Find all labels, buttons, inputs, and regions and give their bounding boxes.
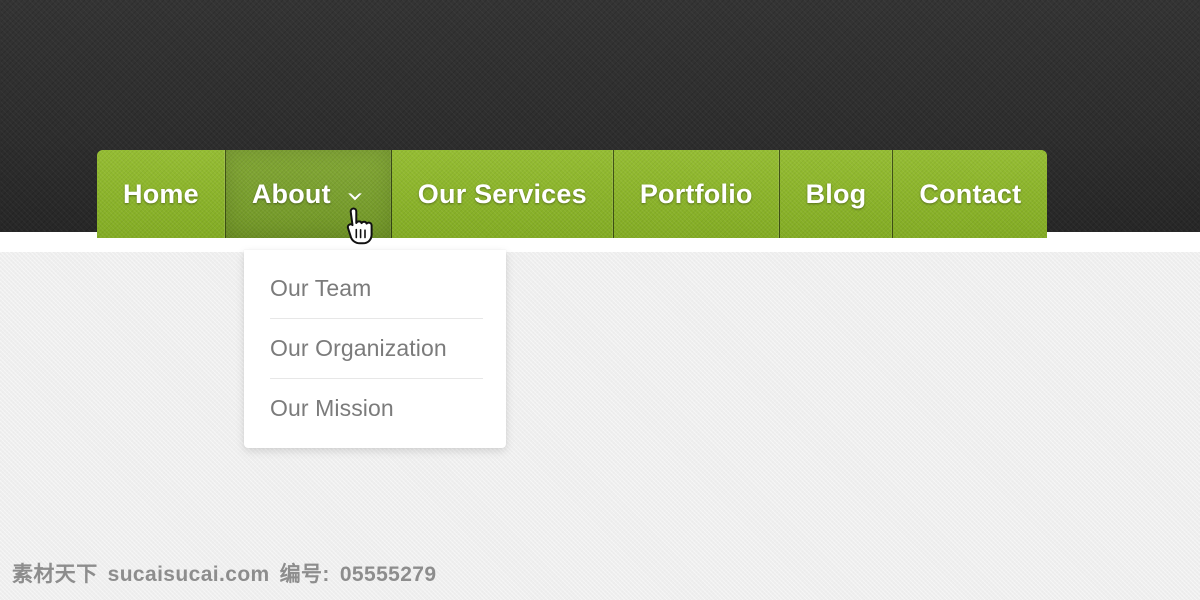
nav-item-our-services[interactable]: Our Services [392,150,614,238]
nav-item-about[interactable]: About [226,150,392,238]
nav-item-label: Blog [805,178,867,209]
dropdown-item-our-mission[interactable]: Our Mission [244,378,506,438]
dropdown-item-label: Our Organization [270,334,447,361]
nav-item-label: About [251,178,331,209]
nav-item-label: Home [123,178,199,209]
nav-item-blog[interactable]: Blog [780,150,894,238]
nav-item-label: Contact [919,178,1022,209]
dropdown-item-our-organization[interactable]: Our Organization [244,318,506,378]
nav-item-contact[interactable]: Contact [893,150,1047,238]
dropdown-item-label: Our Mission [270,394,394,421]
watermark: 素材天下 sucaisucai.com 编号: 05555279 [12,558,436,588]
nav-item-home[interactable]: Home [97,150,226,238]
page-background: Home About Our Services Portfolio Blog C… [0,0,1200,600]
dropdown-item-our-team[interactable]: Our Team [244,258,506,318]
nav-item-label: Portfolio [639,178,753,209]
watermark-id-label: 编号: [279,563,330,586]
chevron-down-icon [345,187,365,207]
watermark-id-value: 05555279 [339,563,437,586]
main-navigation[interactable]: Home About Our Services Portfolio Blog C… [97,150,1047,238]
about-dropdown-menu[interactable]: Our Team Our Organization Our Mission [244,250,506,448]
nav-item-portfolio[interactable]: Portfolio [614,150,780,238]
nav-item-label: Our Services [417,178,587,209]
watermark-site-name: 素材天下 [12,563,98,586]
dropdown-item-label: Our Team [270,274,372,301]
watermark-site-url: sucaisucai.com [107,563,270,586]
